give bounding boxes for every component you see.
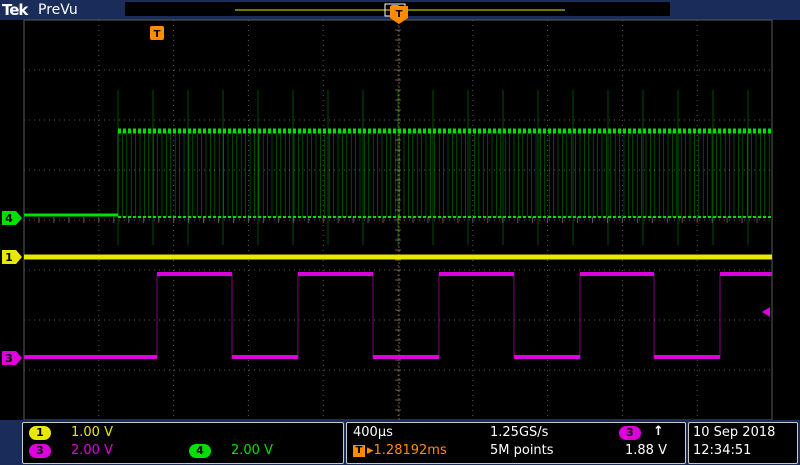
- sample-rate-readout: 1.25GS/s: [490, 425, 549, 440]
- trigger-position-marker[interactable]: T: [390, 6, 408, 24]
- trigger-point-label: T: [154, 29, 161, 40]
- waveform-traces: [24, 90, 772, 359]
- ch1-ground-marker[interactable]: 1: [2, 250, 22, 264]
- waveform-display[interactable]: T T 4 1 3: [0, 0, 800, 420]
- date-readout: 10 Sep 2018: [693, 425, 776, 440]
- ch4-pulse-train: [117, 90, 770, 245]
- ch4-ground-marker[interactable]: 4: [2, 211, 22, 225]
- ch3-marker-label: 3: [5, 352, 13, 365]
- record-length-readout: 5M points: [490, 443, 554, 458]
- timebase-readout: 400µs: [353, 425, 393, 440]
- ch4-scale: 2.00 V: [231, 443, 273, 458]
- horizontal-trigger-panel[interactable]: 400µs 1.25GS/s T ▸1.28192ms 5M points 3 …: [346, 422, 686, 464]
- ch4-marker-label: 4: [5, 212, 13, 225]
- ch3-badge[interactable]: 3: [29, 444, 51, 458]
- trigger-slope-icon: ↑: [653, 424, 664, 439]
- time-readout: 12:34:51: [693, 443, 752, 458]
- ch4-badge[interactable]: 4: [189, 444, 211, 458]
- ch3-scale: 2.00 V: [71, 443, 113, 458]
- vertical-settings-panel[interactable]: 1 1.00 V 3 2.00 V 4 2.00 V: [22, 422, 344, 464]
- trigger-level-readout: 1.88 V: [625, 443, 667, 458]
- trigger-source-badge[interactable]: 3: [619, 426, 641, 440]
- datetime-panel: 10 Sep 2018 12:34:51: [688, 422, 798, 464]
- ch3-ground-marker[interactable]: 3: [2, 351, 22, 365]
- trigger-point-marker[interactable]: T: [150, 26, 164, 40]
- ch1-marker-label: 1: [5, 251, 13, 264]
- ch1-scale: 1.00 V: [71, 425, 113, 440]
- horizontal-position-readout: ▸1.28192ms: [367, 443, 447, 458]
- ch1-badge[interactable]: 1: [29, 426, 51, 440]
- trigger-position-icon: T: [353, 445, 365, 457]
- trigger-level-marker[interactable]: [762, 307, 770, 317]
- trigger-marker-label: T: [396, 9, 403, 20]
- bottom-readout-bar: 1 1.00 V 3 2.00 V 4 2.00 V 400µs 1.25GS/…: [0, 420, 800, 465]
